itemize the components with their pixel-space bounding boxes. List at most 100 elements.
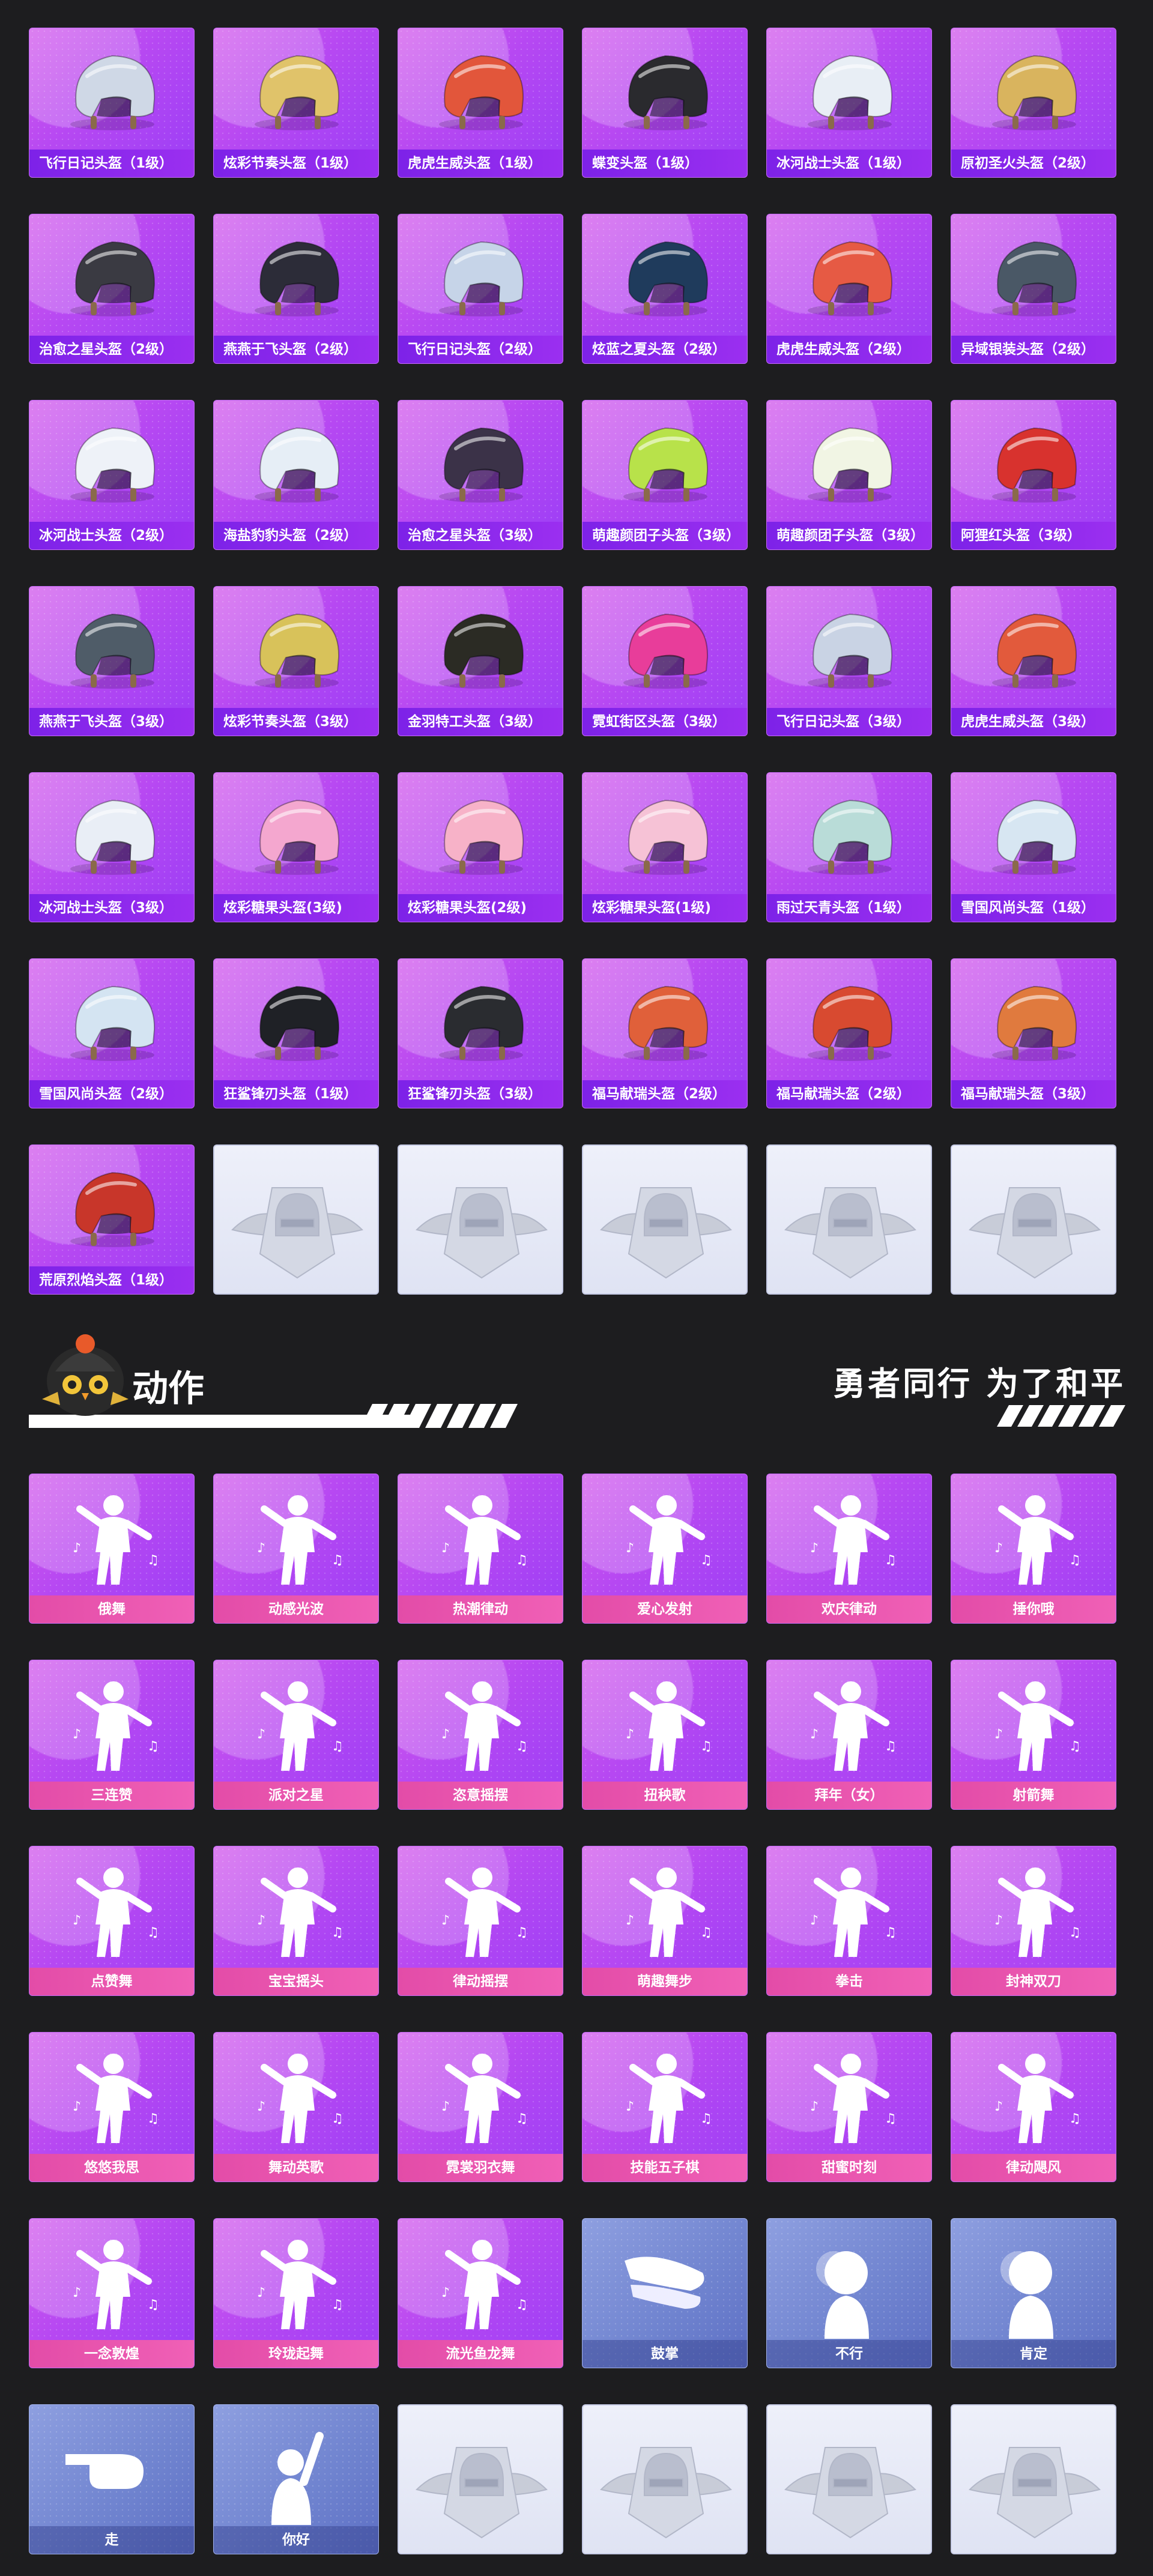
svg-text:♪: ♪ bbox=[257, 2285, 265, 2300]
tile-label: 虎虎生威头盔（1级） bbox=[398, 150, 563, 177]
tile-label: 舞动英歌 bbox=[214, 2154, 378, 2181]
helmet-item[interactable]: 炫彩糖果头盔(1级) bbox=[582, 772, 748, 922]
empty-helmet-slot[interactable] bbox=[582, 1144, 748, 1295]
empty-action-slot[interactable] bbox=[398, 2404, 563, 2554]
helmet-item[interactable]: 雪国风尚头盔（1级） bbox=[951, 772, 1116, 922]
helmet-item[interactable]: 福马献瑞头盔（2级） bbox=[582, 958, 748, 1108]
svg-text:♪: ♪ bbox=[73, 1727, 81, 1742]
action-item[interactable]: ♪ ♫ 霓裳羽衣舞 bbox=[398, 2032, 563, 2182]
helmet-item[interactable]: 蝶变头盔（1级） bbox=[582, 28, 748, 178]
helmet-item[interactable]: 燕燕于飞头盔（2级） bbox=[213, 214, 379, 364]
helmet-item[interactable]: 异域银装头盔（2级） bbox=[951, 214, 1116, 364]
helmet-item[interactable]: 萌趣颜团子头盔（3级） bbox=[582, 400, 748, 550]
action-item[interactable]: ♪ ♫ 动感光波 bbox=[213, 1474, 379, 1624]
tile-label: 飞行日记头盔（3级） bbox=[767, 708, 931, 736]
helmet-item[interactable]: 冰河战士头盔（3级） bbox=[29, 772, 195, 922]
helmet-item[interactable]: 炫彩糖果头盔(2级) bbox=[398, 772, 563, 922]
helmet-item[interactable]: 飞行日记头盔（2级） bbox=[398, 214, 563, 364]
action-item[interactable]: ♪ ♫ 宝宝摇头 bbox=[213, 1846, 379, 1996]
helmet-item[interactable]: 雨过天青头盔（1级） bbox=[766, 772, 932, 922]
action-item[interactable]: ♪ ♫ 律动摇摆 bbox=[398, 1846, 563, 1996]
helmet-item[interactable]: 燕燕于飞头盔（3级） bbox=[29, 586, 195, 736]
action-item[interactable]: ♪ ♫ 爱心发射 bbox=[582, 1474, 748, 1624]
helmet-icon bbox=[623, 427, 709, 503]
empty-action-slot[interactable] bbox=[766, 2404, 932, 2554]
helmet-icon bbox=[70, 55, 156, 130]
helmet-item[interactable]: 炫蓝之夏头盔（2级） bbox=[582, 214, 748, 364]
empty-helmet-slot[interactable] bbox=[766, 1144, 932, 1295]
action-item[interactable]: ♪ ♫ 甜蜜时刻 bbox=[766, 2032, 932, 2182]
action-item[interactable]: ♪ ♫ 封神双刀 bbox=[951, 1846, 1116, 1996]
empty-helmet-slot[interactable] bbox=[398, 1144, 563, 1295]
helmet-item[interactable]: 飞行日记头盔（3级） bbox=[766, 586, 932, 736]
action-item[interactable]: ♪ ♫ 一念敦煌 bbox=[29, 2218, 195, 2368]
helmet-item[interactable]: 冰河战士头盔（2级） bbox=[29, 400, 195, 550]
action-item[interactable]: 你好 bbox=[213, 2404, 379, 2554]
action-item[interactable]: ♪ ♫ 点赞舞 bbox=[29, 1846, 195, 1996]
action-item[interactable]: ♪ ♫ 欢庆律动 bbox=[766, 1474, 932, 1624]
helmet-item[interactable]: 狂鲨锋刃头盔（1级） bbox=[213, 958, 379, 1108]
helmet-item[interactable]: 福马献瑞头盔（2级） bbox=[766, 958, 932, 1108]
action-item[interactable]: ♪ ♫ 捶你哦 bbox=[951, 1474, 1116, 1624]
empty-helmet-slot[interactable] bbox=[951, 1144, 1116, 1295]
action-item[interactable]: ♪ ♫ 技能五子棋 bbox=[582, 2032, 748, 2182]
helmet-item[interactable]: 萌趣颜团子头盔（3级） bbox=[766, 400, 932, 550]
helmet-item[interactable]: 虎虎生威头盔（2级） bbox=[766, 214, 932, 364]
action-item[interactable]: ♪ ♫ 射箭舞 bbox=[951, 1660, 1116, 1810]
empty-action-slot[interactable] bbox=[582, 2404, 748, 2554]
svg-text:♪: ♪ bbox=[441, 1727, 450, 1742]
helmet-item[interactable]: 金羽特工头盔（3级） bbox=[398, 586, 563, 736]
action-item[interactable]: ♪ ♫ 流光鱼龙舞 bbox=[398, 2218, 563, 2368]
helmet-item[interactable]: 阿狸红头盔（3级） bbox=[951, 400, 1116, 550]
action-item[interactable]: ♪ ♫ 派对之星 bbox=[213, 1660, 379, 1810]
helmet-item[interactable]: 海盐豹豹头盔（2级） bbox=[213, 400, 379, 550]
dancer-icon: ♪♫ bbox=[441, 1495, 528, 1585]
section-title: 动作 bbox=[132, 1368, 204, 1410]
action-item[interactable]: 走 bbox=[29, 2404, 195, 2554]
helmet-item[interactable]: 冰河战士头盔（1级） bbox=[766, 28, 932, 178]
helmet-item[interactable]: 福马献瑞头盔（3级） bbox=[951, 958, 1116, 1108]
helmet-item[interactable]: 荒原烈焰头盔（1级） bbox=[29, 1144, 195, 1295]
action-item[interactable]: ♪ ♫ 俄舞 bbox=[29, 1474, 195, 1624]
tile-label: 狂鲨锋刃头盔（1级） bbox=[214, 1080, 378, 1108]
helmet-item[interactable]: 霓虹街区头盔（3级） bbox=[582, 586, 748, 736]
action-item[interactable]: ♪ ♫ 拳击 bbox=[766, 1846, 932, 1996]
action-item[interactable]: ♪ ♫ 拜年（女） bbox=[766, 1660, 932, 1810]
helmet-item[interactable]: 原初圣火头盔（2级） bbox=[951, 28, 1116, 178]
empty-action-slot[interactable] bbox=[951, 2404, 1116, 2554]
helmet-icon bbox=[992, 427, 1077, 503]
svg-text:♫: ♫ bbox=[516, 2297, 528, 2312]
helmet-item[interactable]: 飞行日记头盔（1级） bbox=[29, 28, 195, 178]
action-item[interactable]: ♪ ♫ 萌趣舞步 bbox=[582, 1846, 748, 1996]
helmet-item[interactable]: 炫彩节奏头盔（1级） bbox=[213, 28, 379, 178]
helmet-item[interactable]: 炫彩糖果头盔(3级) bbox=[213, 772, 379, 922]
helmet-item[interactable]: 狂鲨锋刃头盔（3级） bbox=[398, 958, 563, 1108]
helmet-item[interactable]: 虎虎生威头盔（3级） bbox=[951, 586, 1116, 736]
action-item[interactable]: ♪ ♫ 三连赞 bbox=[29, 1660, 195, 1810]
helmet-item[interactable]: 雪国风尚头盔（2级） bbox=[29, 958, 195, 1108]
svg-text:♪: ♪ bbox=[257, 1913, 265, 1928]
helmet-icon bbox=[808, 427, 893, 503]
helmet-icon bbox=[439, 427, 524, 503]
dancer-icon: ♪♫ bbox=[626, 2054, 712, 2143]
action-item[interactable]: ♪ ♫ 热潮律动 bbox=[398, 1474, 563, 1624]
action-item[interactable]: ♪ ♫ 扭秧歌 bbox=[582, 1660, 748, 1810]
action-item[interactable]: 肯定 bbox=[951, 2218, 1116, 2368]
pubg-emblem-icon bbox=[600, 2447, 732, 2539]
helmet-item[interactable]: 治愈之星头盔（3级） bbox=[398, 400, 563, 550]
tile-label: 俄舞 bbox=[29, 1595, 194, 1623]
action-item[interactable]: ♪ ♫ 律动飓风 bbox=[951, 2032, 1116, 2182]
action-item[interactable]: ♪ ♫ 恣意摇摆 bbox=[398, 1660, 563, 1810]
empty-helmet-slot[interactable] bbox=[213, 1144, 379, 1295]
action-item[interactable]: 不行 bbox=[766, 2218, 932, 2368]
action-item[interactable]: 鼓掌 bbox=[582, 2218, 748, 2368]
helmet-item[interactable]: 虎虎生威头盔（1级） bbox=[398, 28, 563, 178]
action-item[interactable]: ♪ ♫ 玲珑起舞 bbox=[213, 2218, 379, 2368]
action-item[interactable]: ♪ ♫ 舞动英歌 bbox=[213, 2032, 379, 2182]
svg-text:♫: ♫ bbox=[147, 1925, 159, 1940]
action-item[interactable]: ♪ ♫ 悠悠我思 bbox=[29, 2032, 195, 2182]
helmet-item[interactable]: 炫彩节奏头盔（3级） bbox=[213, 586, 379, 736]
tile-label: 冰河战士头盔（1级） bbox=[767, 150, 931, 177]
pubg-emblem-icon bbox=[600, 1187, 732, 1279]
helmet-item[interactable]: 治愈之星头盔（2级） bbox=[29, 214, 195, 364]
